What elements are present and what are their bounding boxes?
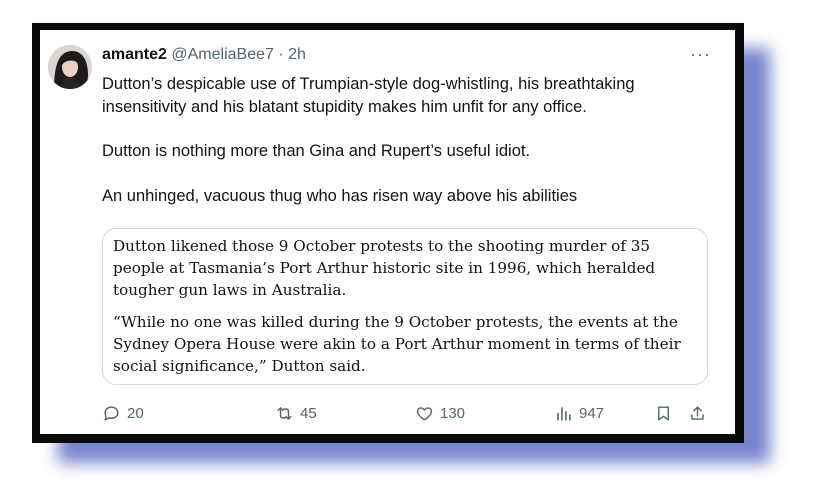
- tweet-paragraph: Dutton is nothing more than Gina and Rup…: [102, 142, 531, 160]
- tweet-paragraph: Dutton’s despicable use of Trumpian-styl…: [102, 75, 635, 116]
- retweet-icon: [277, 407, 292, 420]
- quote-paragraph: “While no one was killed during the 9 Oc…: [113, 313, 681, 375]
- author-handle[interactable]: @AmeliaBee7: [171, 46, 274, 63]
- bookmark-button[interactable]: [654, 404, 673, 423]
- avatar[interactable]: [48, 45, 92, 89]
- action-bar: 20 45 130 947: [102, 404, 722, 428]
- reply-button[interactable]: 20: [102, 404, 144, 423]
- timestamp[interactable]: 2h: [288, 46, 306, 63]
- retweet-count: 45: [300, 405, 317, 422]
- separator-dot: ·: [278, 46, 284, 63]
- tweet-text: Dutton’s despicable use of Trumpian-styl…: [102, 73, 722, 207]
- reply-count: 20: [127, 405, 144, 422]
- author-name[interactable]: amante2: [102, 46, 167, 63]
- tweet-header: amante2 @AmeliaBee7 · 2h: [102, 45, 306, 65]
- quote-paragraph: Dutton likened those 9 October protests …: [113, 237, 656, 299]
- share-button[interactable]: [688, 404, 707, 423]
- quoted-article-excerpt[interactable]: Dutton likened those 9 October protests …: [102, 228, 708, 385]
- views-icon: [557, 407, 571, 421]
- like-icon: [416, 407, 433, 421]
- retweet-button[interactable]: 45: [275, 404, 317, 423]
- reply-icon: [104, 406, 119, 421]
- tweet-paragraph: An unhinged, vacuous thug who has risen …: [102, 186, 578, 205]
- like-button[interactable]: 130: [415, 404, 465, 423]
- bookmark-icon: [658, 406, 669, 421]
- share-icon: [691, 406, 704, 420]
- tweet-card[interactable]: amante2 @AmeliaBee7 · 2h ··· Dutton’s de…: [40, 30, 735, 434]
- like-count: 130: [440, 405, 466, 422]
- more-icon[interactable]: ···: [690, 44, 711, 65]
- views-count: 947: [579, 405, 605, 422]
- views-button[interactable]: 947: [554, 404, 604, 423]
